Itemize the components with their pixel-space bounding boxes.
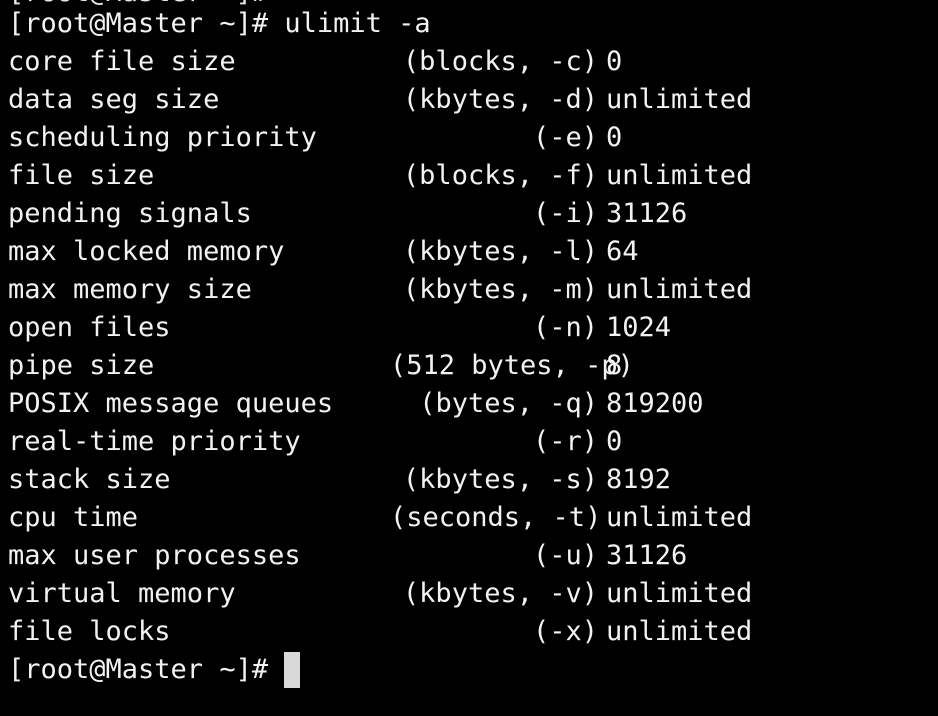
limit-name: core file size [8, 46, 236, 77]
limit-value: unlimited [606, 578, 753, 609]
terminal-output: [root@Master ~]# ulimit -a core file siz… [8, 5, 938, 689]
limit-unit-flag: (-n) [532, 312, 598, 343]
output-row: open files (-n) 1024 [8, 309, 938, 347]
limit-name: data seg size [8, 84, 220, 115]
terminal-window[interactable]: [root@Master ~]# [root@Master ~]# ulimit… [0, 0, 938, 716]
limit-unit-flag: (bytes, -q) [419, 388, 598, 419]
output-row: stack size (kbytes, -s) 8192 [8, 461, 938, 499]
limit-name: max memory size [8, 274, 252, 305]
limit-name: file size [8, 160, 155, 191]
output-row: POSIX message queues (bytes, -q) 819200 [8, 385, 938, 423]
output-row: virtual memory (kbytes, -v) unlimited [8, 575, 938, 613]
output-row: real-time priority (-r) 0 [8, 423, 938, 461]
limit-value: 8192 [606, 464, 672, 495]
limit-unit-flag: (kbytes, -d) [402, 84, 598, 115]
limit-name: scheduling priority [8, 122, 317, 153]
limit-value: 31126 [606, 540, 688, 571]
shell-prompt: [root@Master ~]# [8, 654, 269, 685]
ulimit-output: core file size (blocks, -c) 0 data seg size… [8, 43, 938, 651]
limit-value: 31126 [606, 198, 688, 229]
limit-value: 1024 [606, 312, 672, 343]
limit-unit-flag: (blocks, -f) [402, 160, 598, 191]
output-row: file size (blocks, -f) unlimited [8, 157, 938, 195]
output-row: max user processes (-u) 31126 [8, 537, 938, 575]
output-row: file locks (-x) unlimited [8, 613, 938, 651]
limit-name: max locked memory [8, 236, 285, 267]
limit-unit-flag: (-i) [532, 198, 598, 229]
limit-value: unlimited [606, 84, 753, 115]
limit-value: 0 [606, 122, 623, 153]
limit-unit-flag: (kbytes, -l) [402, 236, 598, 267]
limit-value: unlimited [606, 616, 753, 647]
limit-value: 819200 [606, 388, 704, 419]
output-row: data seg size (kbytes, -d) unlimited [8, 81, 938, 119]
limit-unit-flag: (-x) [532, 616, 598, 647]
text-cursor [284, 652, 301, 688]
output-row: pipe size (512 bytes, -p) 8 [8, 347, 938, 385]
limit-value: unlimited [606, 502, 753, 533]
limit-name: open files [8, 312, 171, 343]
limit-value: unlimited [606, 274, 753, 305]
output-row: max memory size (kbytes, -m) unlimited [8, 271, 938, 309]
limit-unit-flag: (-u) [532, 540, 598, 571]
limit-value: unlimited [606, 160, 753, 191]
limit-name: pending signals [8, 198, 252, 229]
output-row: max locked memory (kbytes, -l) 64 [8, 233, 938, 271]
output-row: pending signals (-i) 31126 [8, 195, 938, 233]
limit-unit-flag: (512 bytes, -p) [390, 350, 634, 381]
limit-name: max user processes [8, 540, 301, 571]
limit-unit-flag: (kbytes, -v) [402, 578, 598, 609]
limit-unit-flag: (kbytes, -s) [402, 464, 598, 495]
limit-name: virtual memory [8, 578, 236, 609]
limit-value: 0 [606, 426, 623, 457]
limit-name: pipe size [8, 350, 155, 381]
limit-unit-flag: (-r) [532, 426, 598, 457]
prompt-line[interactable]: [root@Master ~]# [8, 651, 938, 689]
output-row: core file size (blocks, -c) 0 [8, 43, 938, 81]
limit-name: cpu time [8, 502, 139, 533]
limit-value: 8 [606, 350, 623, 381]
limit-name: real-time priority [8, 426, 301, 457]
limit-name: stack size [8, 464, 171, 495]
limit-value: 64 [606, 236, 639, 267]
limit-unit-flag: (-e) [532, 122, 598, 153]
limit-name: file locks [8, 616, 171, 647]
limit-name: POSIX message queues [8, 388, 334, 419]
output-row: cpu time (seconds, -t) unlimited [8, 499, 938, 537]
limit-value: 0 [606, 46, 623, 77]
limit-unit-flag: (seconds, -t) [390, 502, 602, 533]
output-row: scheduling priority (-e) 0 [8, 119, 938, 157]
limit-unit-flag: (kbytes, -m) [402, 274, 598, 305]
limit-unit-flag: (blocks, -c) [402, 46, 598, 77]
command-line: [root@Master ~]# ulimit -a [8, 8, 431, 39]
